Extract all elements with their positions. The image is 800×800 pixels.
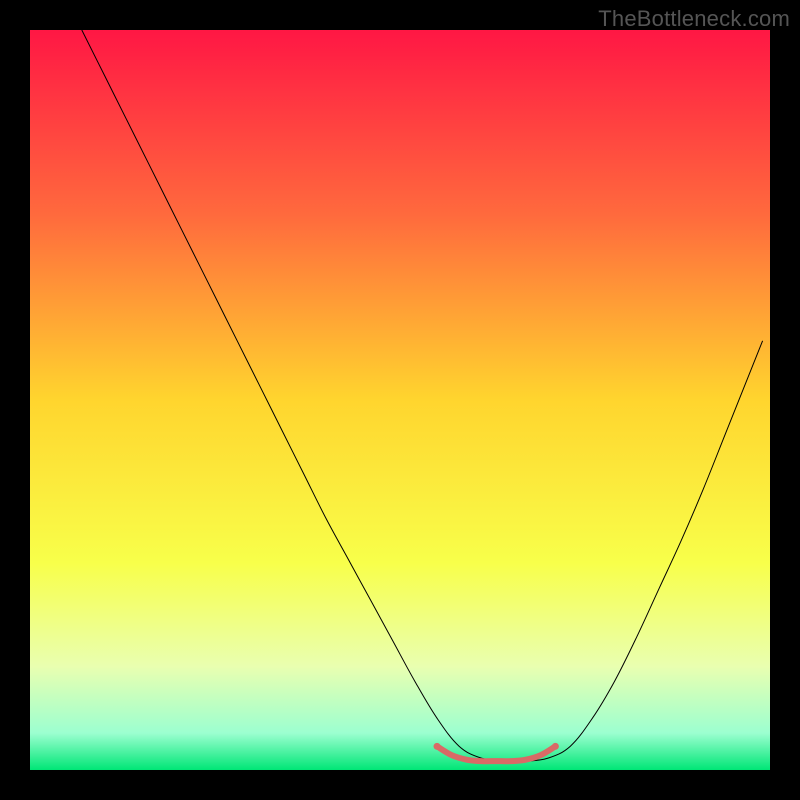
chart-container: TheBottleneck.com: [0, 0, 800, 800]
chart-svg: [30, 30, 770, 770]
series-optimal-zone-highlight-end-cap: [552, 743, 559, 750]
series-optimal-zone-highlight-start-cap: [434, 743, 441, 750]
plot-area: [30, 30, 770, 770]
chart-background: [30, 30, 770, 770]
watermark-text: TheBottleneck.com: [598, 6, 790, 32]
